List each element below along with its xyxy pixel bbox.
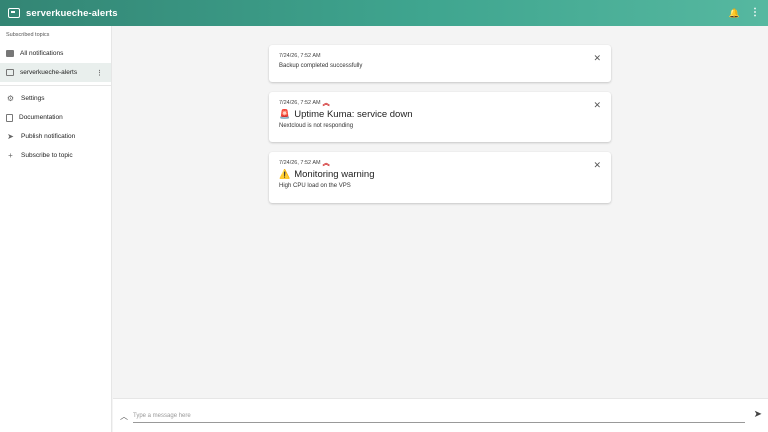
notification-title-text: Uptime Kuma: service down: [294, 109, 413, 120]
sidebar-item-all-notifications[interactable]: All notifications: [0, 44, 111, 63]
sidebar-item-label: Subscribe to topic: [21, 152, 73, 159]
kebab-menu-icon[interactable]: ⋮: [750, 8, 760, 18]
sidebar-item-label: Documentation: [19, 114, 63, 121]
message-icon: [8, 8, 20, 18]
bell-icon[interactable]: 🔔: [729, 8, 740, 19]
chevron-up-icon[interactable]: ︿: [120, 411, 128, 422]
close-icon[interactable]: ✕: [593, 53, 601, 64]
sidebar-item-documentation[interactable]: Documentation: [0, 108, 111, 127]
notification-card: 7/24/26, 7:52 AM ︽ ✕ ⚠️ Monitoring warni…: [269, 152, 611, 203]
chat-fill-icon: [6, 50, 14, 57]
sidebar-item-label: serverkueche-alerts: [20, 69, 78, 76]
plus-icon: +: [8, 151, 13, 160]
high-priority-icon: ︽: [322, 159, 330, 167]
sidebar-item-label: Settings: [21, 95, 45, 102]
notification-list: 7/24/26, 7:52 AM ✕ Backup completed succ…: [113, 26, 768, 398]
notification-message: Backup completed successfully: [279, 63, 363, 69]
notification-title: 🚨 Uptime Kuma: service down: [279, 109, 601, 120]
appbar-actions: 🔔 ⋮: [729, 8, 760, 19]
siren-icon: 🚨: [279, 109, 291, 119]
warning-icon: ⚠️: [279, 169, 291, 179]
notification-meta: 7/24/26, 7:52 AM ︽: [279, 159, 601, 167]
notification-card: 7/24/26, 7:52 AM ︽ ✕ 🚨 Uptime Kuma: serv…: [269, 92, 611, 142]
document-icon: [6, 113, 13, 122]
gear-icon: ⚙: [6, 94, 15, 103]
notification-card: 7/24/26, 7:52 AM ✕ Backup completed succ…: [269, 45, 611, 82]
notification-message: Nextcloud is not responding: [279, 123, 354, 129]
topic-menu-icon[interactable]: ⋮: [96, 69, 103, 77]
notification-timestamp: 7/24/26, 7:52 AM: [279, 160, 321, 166]
notification-message: High CPU load on the VPS: [279, 183, 351, 189]
sidebar-item-label: All notifications: [20, 50, 64, 57]
notification-timestamp: 7/24/26, 7:52 AM: [279, 100, 321, 106]
message-composer: ︿ Type a message here ➤: [113, 398, 768, 432]
high-priority-icon: ︽: [322, 99, 330, 107]
app-bar: serverkueche-alerts 🔔 ⋮: [0, 0, 768, 26]
sidebar-item-publish[interactable]: ➤ Publish notification: [0, 127, 111, 146]
notification-timestamp: 7/24/26, 7:52 AM: [279, 53, 321, 59]
sidebar-item-label: Publish notification: [21, 133, 76, 140]
close-icon[interactable]: ✕: [593, 100, 601, 111]
sidebar-item-serverkueche-alerts[interactable]: serverkueche-alerts ⋮: [0, 63, 111, 82]
send-icon: ➤: [7, 132, 14, 141]
chat-outline-icon: [6, 69, 14, 76]
send-icon[interactable]: ➤: [754, 409, 762, 420]
close-icon[interactable]: ✕: [593, 160, 601, 171]
notification-meta: 7/24/26, 7:52 AM ︽: [279, 99, 601, 107]
sidebar-item-subscribe[interactable]: + Subscribe to topic: [0, 146, 111, 165]
notification-title: ⚠️ Monitoring warning: [279, 169, 601, 180]
app-title: serverkueche-alerts: [26, 7, 118, 19]
sidebar-divider: [0, 85, 111, 86]
sidebar-section-label: Subscribed topics: [6, 32, 50, 38]
notification-title-text: Monitoring warning: [294, 169, 375, 180]
sidebar-item-settings[interactable]: ⚙ Settings: [0, 89, 111, 108]
notification-meta: 7/24/26, 7:52 AM: [279, 53, 601, 59]
message-input[interactable]: Type a message here: [133, 409, 745, 423]
sidebar: Subscribed topics All notifications serv…: [0, 26, 112, 432]
